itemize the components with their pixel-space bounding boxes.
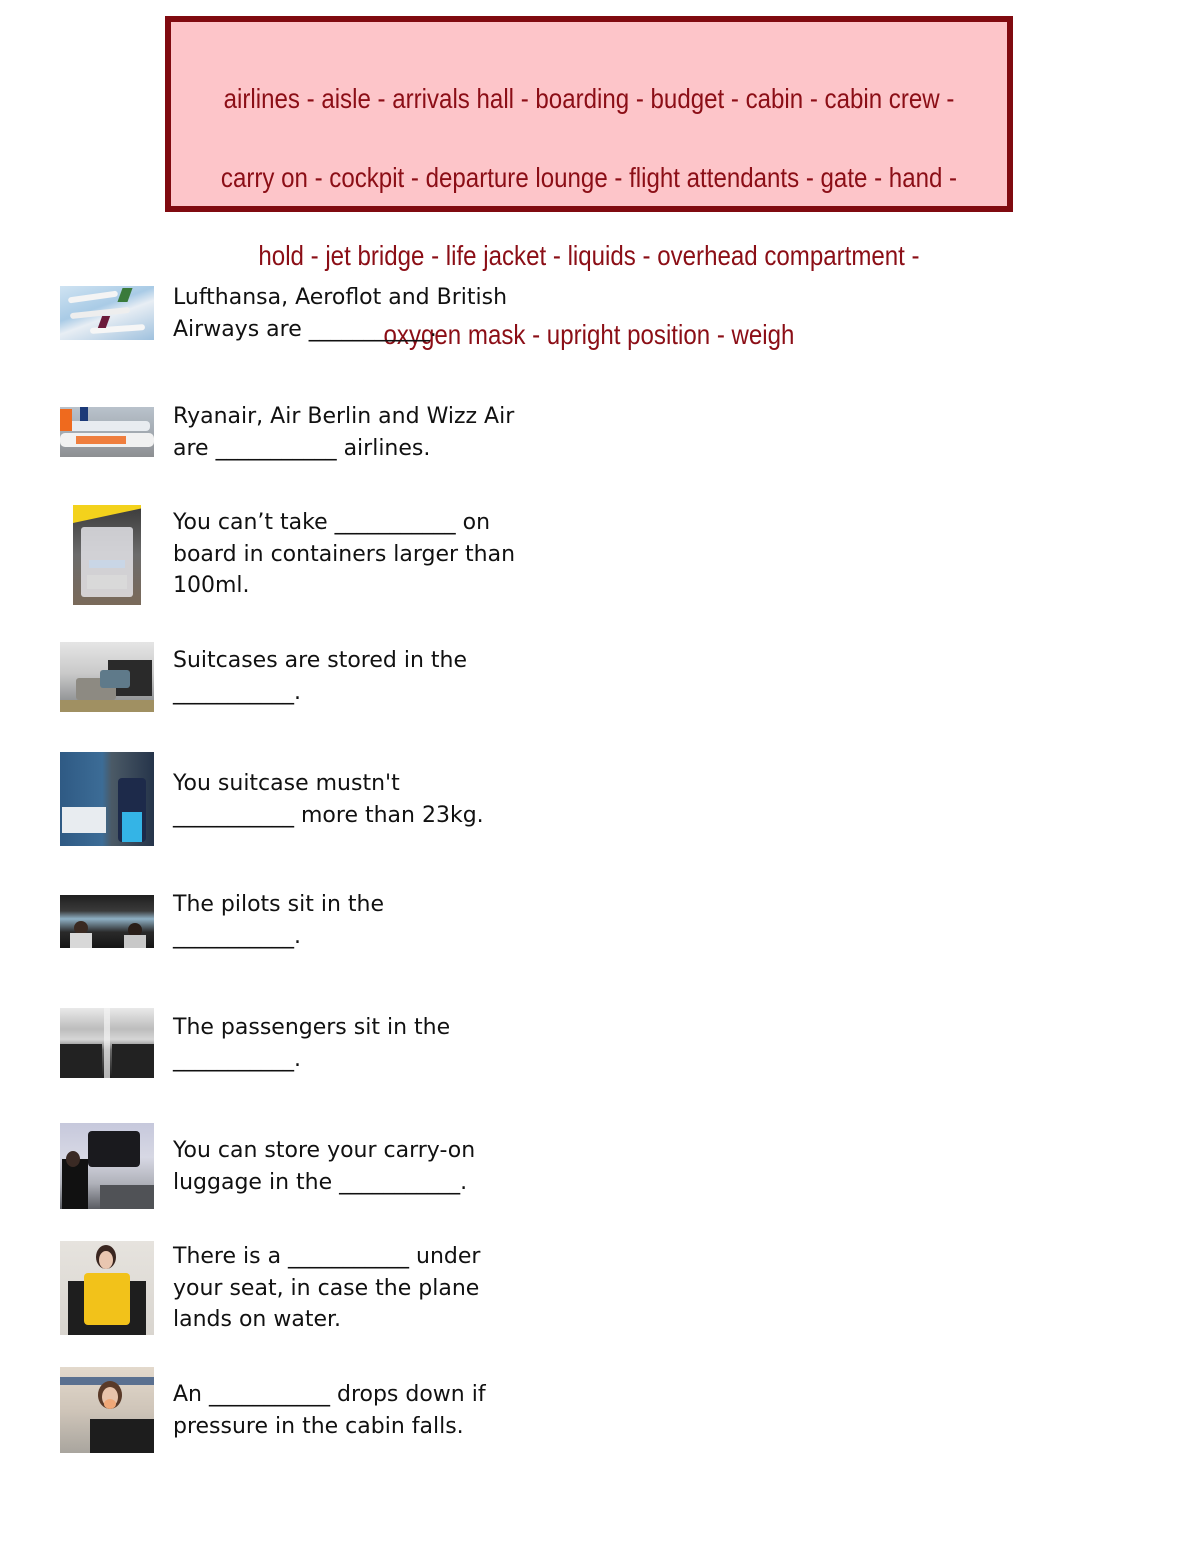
question-text: Ryanair, Air Berlin and Wizz Air are ___… (173, 404, 515, 461)
question-text: You can’t take ___________ on board in c… (173, 510, 516, 598)
question-text: Suitcases are stored in the ___________. (173, 648, 468, 705)
cabin-seats-photo (60, 1008, 154, 1078)
airline-planes-photo (60, 286, 154, 340)
word-bank-box: airlines - aisle - arrivals hall - board… (165, 16, 1013, 350)
word-bank-line: hold - jet bridge - life jacket - liquid… (258, 240, 920, 272)
word-bank-line: airlines - aisle - arrivals hall - board… (223, 83, 955, 115)
question-text: The pilots sit in the ___________. (173, 892, 384, 949)
liquids-bag-check-in-photo (73, 505, 141, 605)
question-text: An ___________ drops down if pressure in… (173, 1382, 486, 1439)
question-text: There is a ___________ under your seat, … (173, 1244, 481, 1332)
word-bank-line: carry on - cockpit - departure lounge - … (220, 161, 958, 193)
question-text: You can store your carry-on luggage in t… (173, 1138, 476, 1195)
cockpit-pilots-photo (60, 895, 154, 948)
suitcases-hold-photo (60, 642, 154, 712)
question-text: The passengers sit in the ___________. (173, 1015, 451, 1072)
suitcase-aisle-photo (60, 752, 154, 846)
overhead-bin-photo (60, 1123, 154, 1209)
easyjet-ryanair-planes-photo (60, 407, 154, 457)
oxygen-mask-demo-photo (60, 1367, 154, 1453)
question-text: You suitcase mustn't ___________ more th… (173, 771, 484, 828)
life-jacket-demo-photo (60, 1241, 154, 1335)
question-text: Lufthansa, Aeroflot and British Airways … (173, 285, 508, 342)
